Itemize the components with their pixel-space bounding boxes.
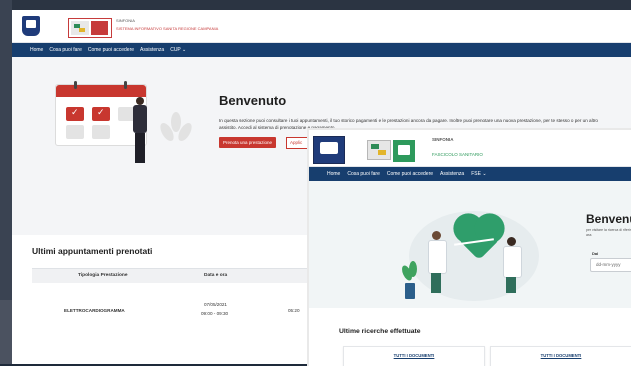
nav-come-puoi-accedere[interactable]: Come puoi accedere (387, 171, 433, 177)
fascicolo-hero (309, 181, 631, 309)
brand-subtitle: FASCICOLO SANITARIO (432, 152, 483, 157)
book-service-button[interactable]: Prenota una prestazione (219, 137, 277, 148)
nav-cup-dropdown[interactable]: CUP ⌄ (170, 47, 186, 53)
welcome-text: per visitare la ricerca di riferimento s… (586, 228, 631, 237)
search-card-label: TUTTI I DOCUMENTI (540, 353, 582, 358)
date-from-label: Dal (592, 251, 599, 256)
person-illustration (130, 97, 150, 167)
fascicolo-logo[interactable] (393, 140, 415, 162)
row-time: 09:00 - 09:30 (201, 311, 229, 316)
doctor-illustration (502, 237, 522, 293)
search-card[interactable]: TUTTI I DOCUMENTI (490, 346, 631, 366)
nav-cosa-puoi-fare[interactable]: Cosa puoi fare (49, 47, 82, 53)
brand-subtitle: SISTEMA INFORMATIVO SANITA REGIONE CAMPA… (116, 26, 219, 31)
appointments-header: SINFONIA SISTEMA INFORMATIVO SANITA REGI… (12, 10, 631, 43)
brand-name: SINFONIA (116, 18, 135, 23)
recent-searches-title: Ultime ricerche effettuate (339, 328, 421, 335)
appointments-nav: Home Cosa puoi fare Come puoi accedere A… (12, 43, 631, 57)
fascicolo-nav: Home Cosa puoi fare Come puoi accedere A… (309, 167, 631, 181)
nav-come-puoi-accedere[interactable]: Come puoi accedere (88, 47, 134, 53)
nav-cosa-puoi-fare[interactable]: Cosa puoi fare (347, 171, 380, 177)
region-shield-logo[interactable] (313, 136, 345, 164)
nav-home[interactable]: Home (327, 171, 340, 177)
search-card-label: TUTTI I DOCUMENTI (393, 353, 435, 358)
region-shield-logo[interactable] (22, 16, 40, 36)
sinfonia-logo[interactable] (68, 18, 112, 38)
nav-fse-dropdown[interactable]: FSE ⌄ (471, 171, 486, 177)
welcome-title: Benvenuto (219, 93, 287, 108)
nav-home[interactable]: Home (30, 47, 43, 53)
fascicolo-window: SINFONIA FASCICOLO SANITARIO Home Cosa p… (307, 128, 631, 366)
date-from-input[interactable]: dd-mm-yyyy (590, 258, 631, 272)
column-header-date: Data e ora (204, 273, 228, 278)
nav-assistenza[interactable]: Assistenza (440, 171, 464, 177)
table-header: Tipologia Prestazione Data e ora (32, 268, 312, 283)
plant-illustration (157, 112, 195, 154)
check-icon (66, 107, 84, 121)
search-card[interactable]: TUTTI I DOCUMENTI (343, 346, 485, 366)
row-date: 07/05/2021 (204, 302, 227, 307)
nav-assistenza[interactable]: Assistenza (140, 47, 164, 53)
check-icon (92, 107, 110, 121)
plant-illustration (399, 261, 417, 299)
welcome-title: Benvenu (586, 212, 631, 226)
row-extra: 05:20 (288, 308, 300, 313)
recent-searches-section: Ultime ricerche effettuate TUTTI I DOCUM… (309, 308, 631, 366)
column-header-type: Tipologia Prestazione (78, 273, 128, 278)
appointments-title: Ultimi appuntamenti prenotati (32, 246, 153, 256)
sinfonia-logo[interactable] (367, 140, 391, 160)
fascicolo-header: SINFONIA FASCICOLO SANITARIO (309, 130, 631, 167)
brand-name: SINFONIA (432, 137, 454, 142)
row-type: ELETTROCARDIOGRAMMA (64, 308, 125, 313)
doctor-illustration (426, 231, 447, 293)
